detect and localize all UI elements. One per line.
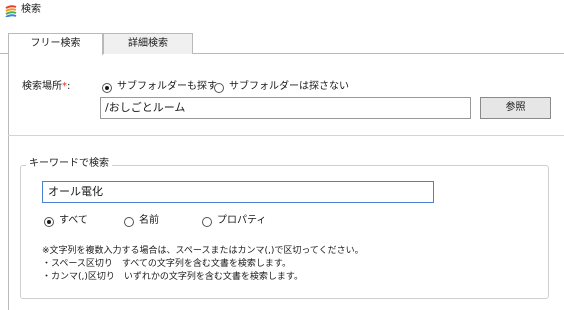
tab-free-search[interactable]: フリー検索 (8, 33, 103, 55)
tab-bar: フリー検索 詳細検索 (0, 30, 564, 55)
include-subfolders-radio[interactable] (102, 83, 112, 93)
help-note-2: ・スペース区切り すべての文字列を含む文書を検索します。 (42, 259, 292, 269)
search-location-label: 検索場所*: (22, 80, 70, 94)
search-location-field[interactable]: /おしごとルーム (100, 97, 471, 119)
target-name-label[interactable]: 名前 (139, 214, 159, 228)
exclude-subfolders-radio[interactable] (214, 83, 224, 93)
search-location-text: 検索場所 (22, 81, 62, 92)
target-all-radio[interactable] (44, 217, 54, 227)
keyword-group-title: キーワードで検索 (26, 157, 112, 171)
help-note-1: ※文字列を複数入力する場合は、スペースまたはカンマ(,)で区切ってください。 (42, 246, 364, 256)
target-all-label[interactable]: すべて (59, 214, 88, 228)
window-title: 検索 (21, 4, 41, 15)
target-name-radio[interactable] (124, 217, 134, 227)
app-logo-icon (5, 5, 17, 17)
target-property-radio[interactable] (202, 217, 212, 227)
browse-button[interactable]: 参照 (480, 97, 551, 119)
title-bar: 検索 (0, 0, 564, 22)
target-property-label[interactable]: プロパティ (217, 214, 266, 228)
exclude-subfolders-label[interactable]: サブフォルダーは探さない (229, 80, 349, 94)
help-note-3: ・カンマ(,)区切り いずれかの文字列を含む文書を検索します。 (42, 272, 303, 282)
label-colon: : (67, 81, 71, 92)
include-subfolders-label[interactable]: サブフォルダーも探す (117, 80, 217, 94)
tab-advanced-search[interactable]: 詳細検索 (103, 33, 193, 54)
section-divider (8, 135, 564, 136)
keyword-input[interactable]: オール電化 (42, 181, 434, 203)
